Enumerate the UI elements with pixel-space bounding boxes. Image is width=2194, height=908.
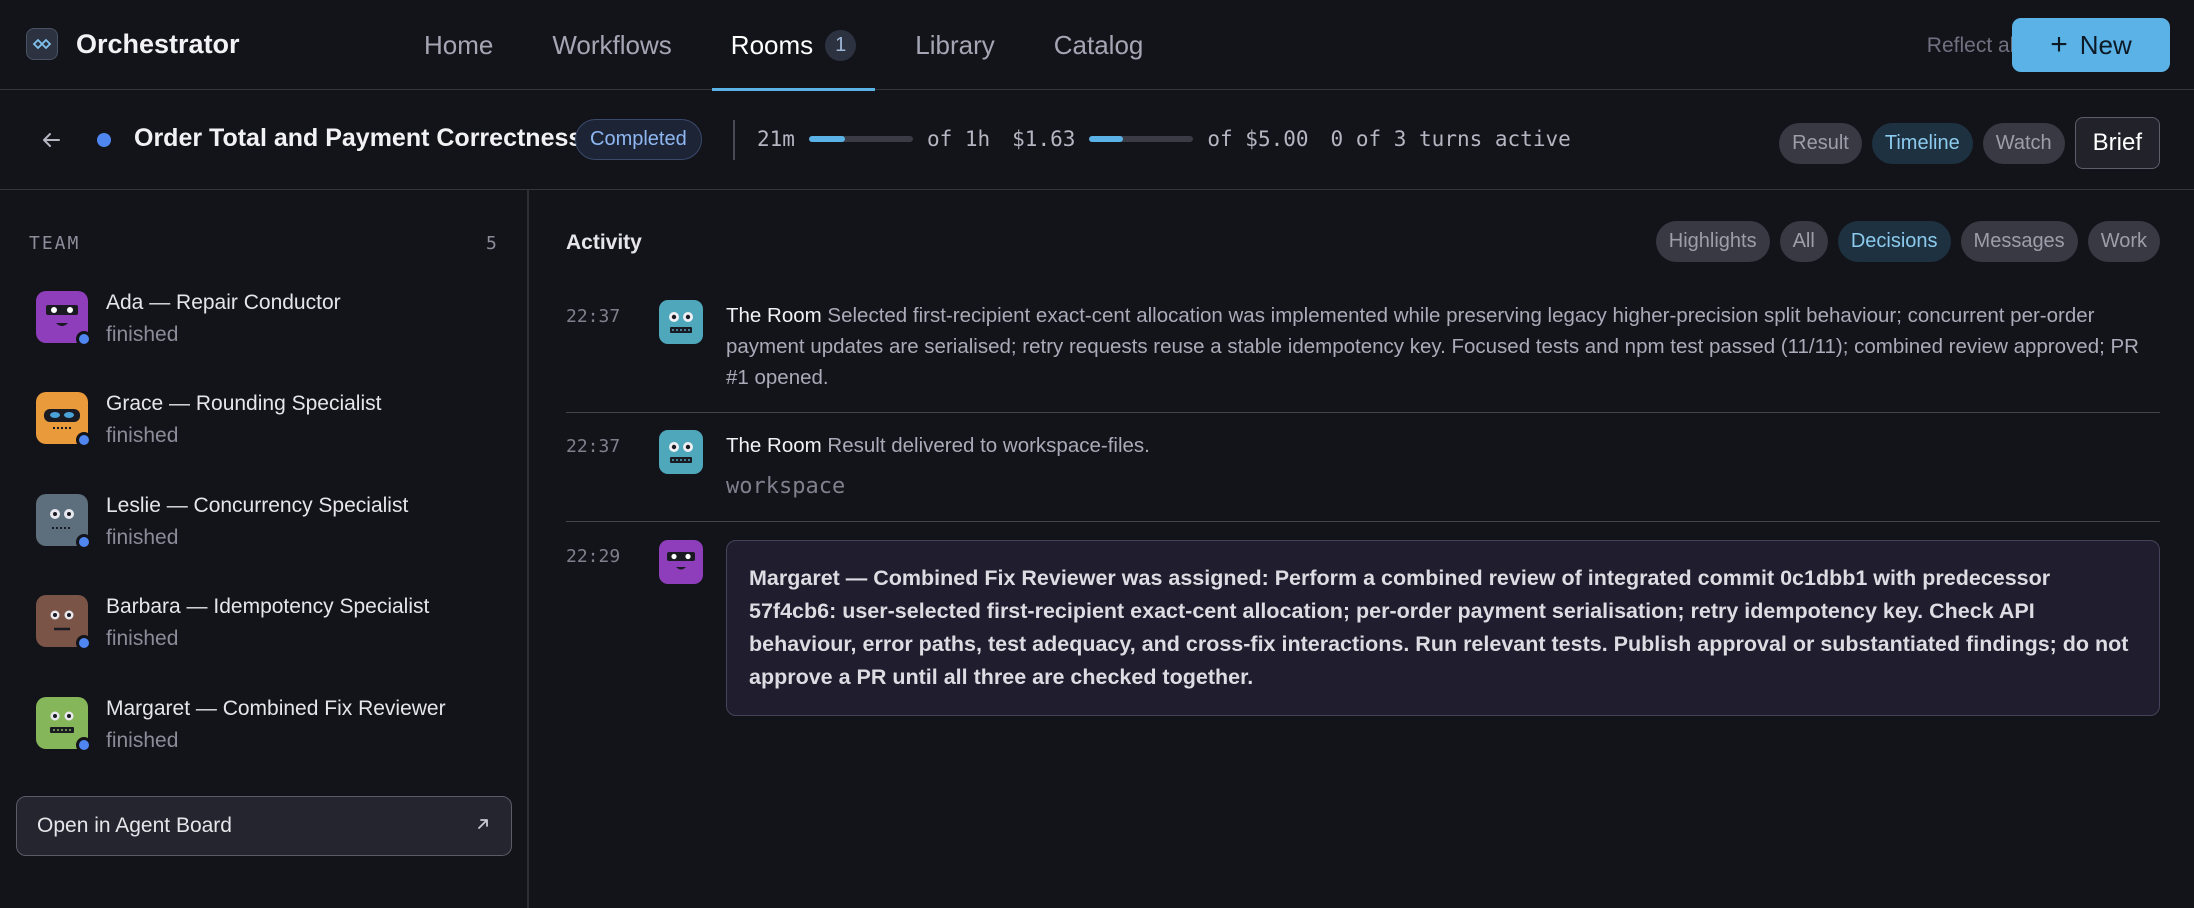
team-heading: TEAM <box>29 233 81 254</box>
room-header: Order Total and Payment Correctness Comp… <box>0 90 2194 190</box>
cost-progress-bar <box>1089 136 1194 142</box>
filter-all[interactable]: All <box>1779 221 1828 262</box>
robot-avatar-icon <box>36 595 92 651</box>
online-status-dot <box>76 534 92 550</box>
nav-tab-library[interactable]: Library <box>896 0 1013 90</box>
entry-body: The Room Result delivered to workspace-f… <box>726 430 2160 502</box>
filter-decisions[interactable]: Decisions <box>1837 221 1951 262</box>
nav-tab-workflows[interactable]: Workflows <box>533 0 690 90</box>
nav-tab-label: Rooms <box>730 29 814 60</box>
room-view-switcher: Result Timeline Watch Brief <box>1769 117 2160 169</box>
member-name: Leslie — Concurrency Specialist <box>106 494 409 517</box>
plus-icon: + <box>2050 28 2068 61</box>
team-member-ada[interactable]: Ada — Repair Conductor finished <box>36 291 496 361</box>
orchestrator-logo-icon <box>26 28 58 60</box>
nav-tab-label: Home <box>424 29 494 60</box>
team-member-grace[interactable]: Grace — Rounding Specialist finished <box>36 392 496 462</box>
member-name: Barbara — Idempotency Specialist <box>106 595 430 618</box>
time-progress-bar <box>808 136 913 142</box>
member-name: Grace — Rounding Specialist <box>106 392 382 415</box>
team-member-margaret[interactable]: Margaret — Combined Fix Reviewer finishe… <box>36 697 496 767</box>
assignment-card: Margaret — Combined Fix Reviewer was ass… <box>726 540 2160 716</box>
entry-divider <box>566 521 2160 522</box>
entry-text: Result delivered to workspace-files. <box>827 434 1150 457</box>
room-robot-avatar-icon <box>659 300 703 344</box>
app-name: Orchestrator <box>76 28 240 59</box>
status-badge: Completed <box>575 119 702 160</box>
time-used: 21m <box>757 127 795 151</box>
open-agent-board-button[interactable]: Open in Agent Board <box>16 796 512 856</box>
activity-entry: 22:37 The Room Result delivered to works… <box>566 430 2160 522</box>
member-status: finished <box>106 627 179 650</box>
rooms-count-badge: 1 <box>825 29 857 61</box>
open-agent-board-label: Open in Agent Board <box>37 814 232 837</box>
room-status-dot <box>97 133 111 147</box>
online-status-dot <box>76 432 92 448</box>
activity-title: Activity <box>566 231 642 254</box>
team-member-barbara[interactable]: Barbara — Idempotency Specialist finishe… <box>36 595 496 665</box>
activity-filters: Highlights All Decisions Messages Work <box>1646 221 2160 262</box>
entry-time: 22:29 <box>566 546 621 567</box>
view-timeline-pill[interactable]: Timeline <box>1871 122 1973 164</box>
external-link-icon <box>475 814 491 838</box>
robot-avatar-icon <box>36 494 92 550</box>
nav-tab-label: Library <box>915 29 995 60</box>
room-metrics: 21m of 1h $1.63 of $5.00 0 of 3 turns ac… <box>757 127 1571 151</box>
top-nav: Orchestrator Home Workflows Rooms 1 Libra… <box>0 0 2194 91</box>
main-nav: Home Workflows Rooms 1 Library Catalog <box>405 0 1183 91</box>
robot-avatar-icon <box>36 697 92 753</box>
member-status: finished <box>106 729 179 752</box>
entry-time: 22:37 <box>566 436 621 457</box>
entry-time: 22:37 <box>566 306 621 327</box>
team-member-leslie[interactable]: Leslie — Concurrency Specialist finished <box>36 494 496 564</box>
cost-progress-fill <box>1089 136 1124 142</box>
time-progress-fill <box>808 136 846 142</box>
view-result-pill[interactable]: Result <box>1779 122 1862 164</box>
activity-entry: 22:29 Margaret — Combined Fix Reviewer w… <box>566 540 2160 720</box>
room-title: Order Total and Payment Correctness <box>134 124 583 152</box>
workspace-file-link[interactable]: workspace <box>726 471 2160 502</box>
member-status: finished <box>106 526 179 549</box>
entry-author: The Room <box>726 434 822 457</box>
member-status: finished <box>106 323 179 346</box>
robot-avatar-icon <box>36 392 92 448</box>
member-status: finished <box>106 424 179 447</box>
time-limit: of 1h <box>926 127 991 151</box>
online-status-dot <box>76 331 92 347</box>
entry-author: The Room <box>726 304 822 327</box>
conductor-robot-avatar-icon <box>659 540 703 584</box>
brief-button[interactable]: Brief <box>2074 117 2160 169</box>
cost-used: $1.63 <box>1012 127 1076 151</box>
filter-highlights[interactable]: Highlights <box>1655 221 1770 262</box>
filter-work[interactable]: Work <box>2087 221 2160 262</box>
activity-entry: 22:37 The Room Selected first-recipient … <box>566 300 2160 414</box>
team-count: 5 <box>486 233 497 254</box>
online-status-dot <box>76 737 92 753</box>
member-name: Ada — Repair Conductor <box>106 291 341 314</box>
back-arrow-icon[interactable] <box>36 125 66 155</box>
entry-text: Selected first-recipient exact-cent allo… <box>726 304 2139 389</box>
brand[interactable]: Orchestrator <box>26 28 240 60</box>
team-sidebar: TEAM 5 Ada — Repair Conductor finished G… <box>0 190 529 908</box>
nav-tab-rooms[interactable]: Rooms 1 <box>711 0 876 91</box>
online-status-dot <box>76 635 92 651</box>
nav-tab-label: Workflows <box>552 29 672 60</box>
member-name: Margaret — Combined Fix Reviewer <box>106 697 446 720</box>
entry-divider <box>566 412 2160 413</box>
entry-body: The Room Selected first-recipient exact-… <box>726 300 2160 393</box>
new-button[interactable]: + New <box>2012 18 2170 72</box>
new-button-label: New <box>2079 29 2132 60</box>
room-robot-avatar-icon <box>659 430 703 474</box>
divider <box>733 120 735 160</box>
robot-avatar-icon <box>36 291 92 347</box>
filter-messages[interactable]: Messages <box>1960 221 2078 262</box>
turns-active: 0 of 3 turns active <box>1330 127 1571 151</box>
nav-tab-catalog[interactable]: Catalog <box>1035 0 1163 90</box>
cost-limit: of $5.00 <box>1207 127 1309 151</box>
nav-tab-label: Catalog <box>1053 29 1144 60</box>
reflect-all-button[interactable]: Reflect all <box>1927 34 2019 58</box>
view-watch-pill[interactable]: Watch <box>1982 122 2065 164</box>
nav-tab-home[interactable]: Home <box>405 0 512 90</box>
